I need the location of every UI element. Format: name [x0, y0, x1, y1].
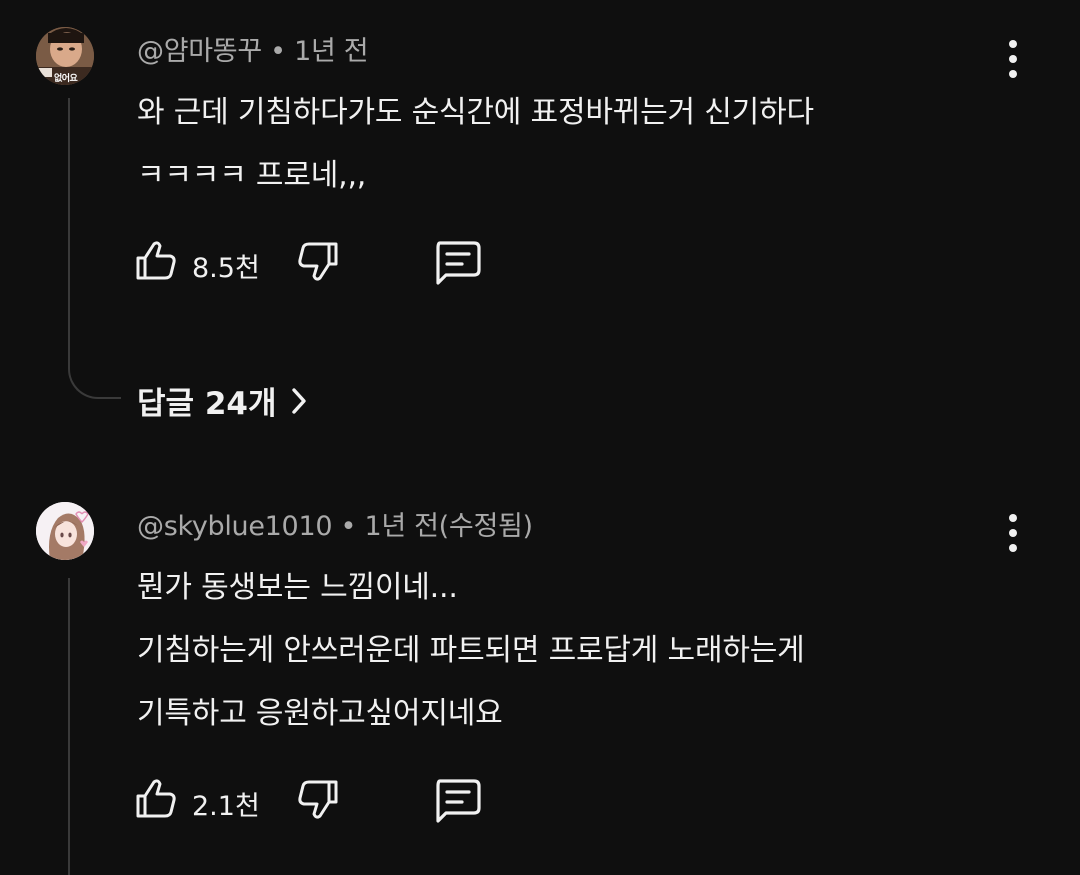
thumb-down-icon[interactable]: [296, 240, 340, 284]
thumb-up-icon[interactable]: [134, 776, 178, 820]
like-count: 2.1천: [192, 791, 260, 822]
comment-text-line: 기침하는게 안쓰러운데 파트되면 프로답게 노래하는게: [137, 633, 805, 668]
thread-line: [68, 98, 70, 353]
avatar[interactable]: 없어요: [36, 27, 94, 85]
avatar[interactable]: [36, 502, 94, 560]
more-vertical-icon: [1009, 40, 1017, 48]
like-count: 8.5천: [192, 253, 260, 284]
thumb-down-icon[interactable]: [296, 778, 340, 822]
avatar-image: [36, 502, 94, 560]
comment-time: 1년 전(수정됨): [364, 511, 533, 542]
chevron-right-icon: [291, 387, 306, 414]
comment-text-line: 기특하고 응원하고싶어지네요: [137, 696, 503, 731]
more-vertical-icon: [1009, 514, 1017, 522]
thread-connector: [115, 397, 121, 399]
author-name[interactable]: @skyblue1010: [137, 511, 333, 542]
replies-label: 답글 24개: [137, 386, 277, 422]
thumb-up-icon[interactable]: [134, 238, 178, 282]
comment-text-line: 와 근데 기침하다가도 순식간에 표정바뀌는거 신기하다: [137, 95, 814, 130]
more-button[interactable]: [998, 37, 1028, 83]
meta-separator: •: [340, 511, 357, 542]
comment-meta: @얌마똥꾸 • 1년 전: [137, 29, 369, 68]
meta-separator: •: [270, 36, 286, 67]
author-name[interactable]: @얌마똥꾸: [137, 36, 262, 67]
thread-curve: [68, 351, 116, 399]
comment-text-line: ㅋㅋㅋㅋ 프로네,,,: [137, 158, 367, 193]
replies-link[interactable]: 답글 24개: [137, 378, 307, 423]
comment-text-line: 뭔가 동생보는 느낌이네...: [137, 570, 458, 605]
comment-icon[interactable]: [432, 778, 482, 824]
comment-icon[interactable]: [432, 240, 482, 286]
comment-time: 1년 전: [294, 36, 369, 67]
comment-meta: @skyblue1010 • 1년 전(수정됨): [137, 504, 533, 543]
more-button[interactable]: [998, 511, 1028, 557]
thread-line: [68, 578, 70, 875]
avatar-caption: 없어요: [54, 74, 78, 84]
